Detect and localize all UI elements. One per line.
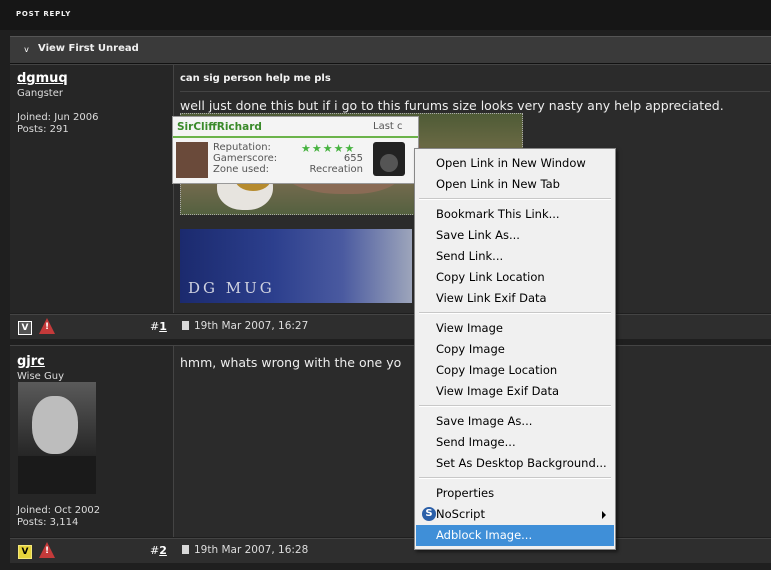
top-bar: POST REPLY (0, 0, 771, 30)
avatar-face-shape (32, 396, 78, 454)
reputation-label: Reputation: (213, 142, 271, 153)
report-warning-icon[interactable] (39, 542, 55, 558)
menu-view-link-exif[interactable]: View Link Exif Data (416, 288, 614, 309)
user-title: Gangster (17, 88, 63, 99)
post-number-link[interactable]: 2 (159, 544, 167, 557)
post-date: 19th Mar 2007, 16:27 (182, 320, 308, 332)
menu-view-image-exif[interactable]: View Image Exif Data (416, 381, 614, 402)
menu-send-link[interactable]: Send Link... (416, 246, 614, 267)
menu-save-link-as[interactable]: Save Link As... (416, 225, 614, 246)
divider (180, 91, 770, 92)
document-icon (182, 545, 189, 554)
game-icon-emblem (380, 154, 398, 172)
gamercard[interactable]: SirCliffRichard Last c Reputation: ★★★★★… (172, 116, 419, 184)
menu-open-link-new-window[interactable]: Open Link in New Window (416, 153, 614, 174)
post-1-footer: V #1 19th Mar 2007, 16:27 (10, 314, 771, 339)
zone-label: Zone used: (213, 164, 270, 175)
menu-separator (419, 405, 611, 407)
post-reply-button[interactable]: POST REPLY (16, 10, 71, 18)
post-number-link[interactable]: 1 (159, 320, 167, 333)
menu-noscript[interactable]: S NoScript (416, 504, 614, 525)
gamercard-bar (173, 136, 418, 138)
context-menu: Open Link in New Window Open Link in New… (414, 148, 616, 550)
menu-send-image[interactable]: Send Image... (416, 432, 614, 453)
avatar-shoulder-shape (18, 456, 96, 494)
post-number: #2 (150, 544, 167, 557)
game-icon (373, 142, 405, 176)
user-title: Wise Guy (17, 371, 64, 382)
post-2-footer: V #2 19th Mar 2007, 16:28 (10, 538, 771, 563)
user-panel: dgmuq Gangster Joined: Jun 2006 Posts: 2… (10, 65, 174, 313)
gamertag[interactable]: SirCliffRichard (177, 121, 262, 133)
gamer-avatar (176, 142, 208, 178)
username[interactable]: gjrc (17, 354, 45, 369)
post-image-signature[interactable]: DG MUG (180, 229, 412, 303)
post-text: hmm, whats wrong with the one yo (180, 355, 402, 370)
join-date: Joined: Jun 2006 (17, 112, 99, 123)
menu-copy-link-location[interactable]: Copy Link Location (416, 267, 614, 288)
document-icon (182, 321, 189, 330)
signature-image-text: DG MUG (188, 279, 275, 297)
post-number: #1 (150, 320, 167, 333)
menu-set-desktop-background[interactable]: Set As Desktop Background... (416, 453, 614, 474)
report-warning-icon[interactable] (39, 318, 55, 334)
gamerscore-value: 655 (343, 153, 363, 164)
menu-open-link-new-tab[interactable]: Open Link in New Tab (416, 174, 614, 195)
submenu-arrow-icon (602, 511, 606, 519)
username[interactable]: dgmuq (17, 71, 68, 86)
post-date-text: 19th Mar 2007, 16:28 (194, 544, 309, 556)
menu-adblock-image[interactable]: Adblock Image... (416, 525, 614, 546)
view-first-unread-link[interactable]: View First Unread (38, 43, 139, 54)
menu-separator (419, 198, 611, 200)
menu-bookmark-link[interactable]: Bookmark This Link... (416, 204, 614, 225)
last-played: Last c (373, 121, 403, 132)
menu-view-image[interactable]: View Image (416, 318, 614, 339)
menu-save-image-as[interactable]: Save Image As... (416, 411, 614, 432)
menu-copy-image[interactable]: Copy Image (416, 339, 614, 360)
menu-properties[interactable]: Properties (416, 483, 614, 504)
gamerscore-label: Gamerscore: (213, 153, 278, 164)
profile-icon[interactable]: V (18, 545, 32, 559)
avatar (18, 382, 96, 494)
post-count: Posts: 3,114 (17, 517, 79, 528)
post-number-prefix: # (150, 320, 160, 333)
post-number-prefix: # (150, 544, 160, 557)
menu-separator (419, 312, 611, 314)
post-date: 19th Mar 2007, 16:28 (182, 544, 308, 556)
post-count: Posts: 291 (17, 124, 69, 135)
post-1: dgmuq Gangster Joined: Jun 2006 Posts: 2… (10, 64, 771, 313)
menu-copy-image-location[interactable]: Copy Image Location (416, 360, 614, 381)
post-2: gjrc Wise Guy Joined: Oct 2002 Posts: 3,… (10, 345, 771, 537)
user-panel: gjrc Wise Guy Joined: Oct 2002 Posts: 3,… (10, 346, 174, 537)
post-date-text: 19th Mar 2007, 16:27 (194, 320, 309, 332)
menu-separator (419, 477, 611, 479)
zone-value: Recreation (309, 164, 363, 175)
profile-icon[interactable]: V (18, 321, 32, 335)
post-text: well just done this but if i go to this … (180, 98, 724, 113)
view-first-unread-bar[interactable]: v View First Unread (10, 36, 771, 64)
noscript-icon: S (422, 507, 436, 521)
post-title: can sig person help me pls (180, 73, 331, 84)
join-date: Joined: Oct 2002 (17, 505, 101, 516)
chevron-down-icon: v (24, 45, 29, 54)
